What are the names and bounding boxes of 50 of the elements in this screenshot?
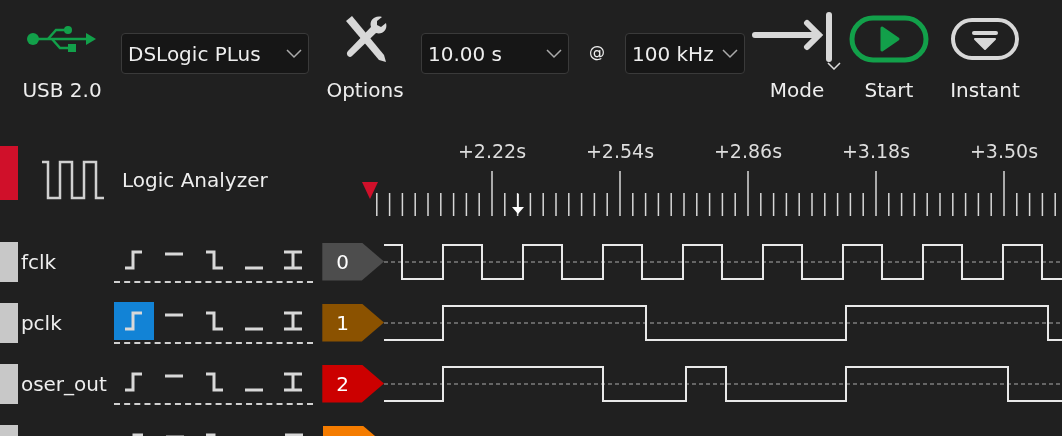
cursor-icon [512, 193, 524, 214]
edge-signal-icon [282, 372, 304, 391]
panel-marker [0, 146, 18, 200]
dropdown[interactable]: 10.00 s [421, 33, 569, 74]
channel-handle[interactable] [0, 241, 18, 282]
mode-button[interactable]: Mode [749, 0, 845, 102]
at-sign: @ [588, 42, 606, 61]
falling-signal-icon [205, 372, 223, 391]
time-label: +3.50s [969, 140, 1039, 162]
trigger-rising-button[interactable] [114, 301, 155, 340]
dropdown[interactable]: DSLogic PLus [121, 33, 309, 74]
low-signal-icon [244, 327, 263, 330]
high-signal-icon [165, 252, 183, 255]
low-signal-icon [244, 388, 263, 391]
start-button[interactable]: Start [845, 0, 933, 102]
edge-signal-icon [283, 433, 305, 436]
usb-button[interactable]: USB 2.0 [12, 0, 112, 102]
low-signal-icon [244, 266, 263, 269]
edge-signal-icon [282, 250, 304, 269]
channel-badge: 1 [322, 303, 384, 342]
square-wave-icon [40, 159, 106, 200]
time-label: +2.86s [713, 140, 783, 162]
options-button[interactable]: Options [317, 0, 413, 102]
channel-badge: 2 [322, 364, 384, 403]
channel-badge: 0 [322, 242, 384, 281]
chevron-down-icon [827, 62, 841, 70]
channel-name: oser_out [19, 371, 108, 396]
channel-handle[interactable] [0, 302, 18, 343]
time-label: +2.54s [585, 140, 655, 162]
channel-handle[interactable] [0, 363, 18, 404]
chevron-down-icon [722, 48, 738, 59]
instant-button[interactable]: Instant [937, 0, 1033, 102]
channel-name: fclk [19, 249, 58, 274]
panel-title: Logic Analyzer [122, 167, 268, 192]
dropdown[interactable]: 100 kHz [625, 33, 745, 74]
chevron-down-icon [546, 48, 562, 59]
rising-signal-icon [125, 311, 143, 330]
channel-name: pclk [19, 310, 63, 335]
high-signal-icon [165, 374, 183, 377]
rising-signal-icon [125, 250, 143, 269]
chevron-down-icon [286, 48, 302, 59]
rising-signal-icon [125, 372, 143, 391]
time-label: +2.22s [457, 140, 527, 162]
falling-signal-icon [205, 311, 223, 330]
trigger-marker-icon [362, 182, 378, 199]
usb-icon [26, 23, 98, 55]
falling-signal-icon [205, 250, 223, 269]
time-label: +3.18s [841, 140, 911, 162]
edge-signal-icon [282, 311, 304, 330]
high-signal-icon [165, 313, 183, 316]
